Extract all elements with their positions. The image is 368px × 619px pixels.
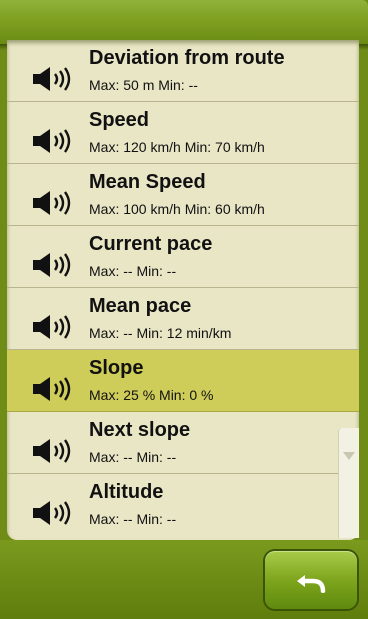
undo-arrow-icon bbox=[297, 575, 326, 593]
speaker-icon bbox=[33, 67, 71, 91]
item-title: Next slope bbox=[89, 419, 191, 441]
item-title: Current pace bbox=[89, 233, 213, 255]
item-title: Speed bbox=[89, 109, 150, 131]
item-range: Max: 50 m Min: -- bbox=[89, 77, 198, 93]
item-title: Deviation from route bbox=[89, 47, 285, 69]
item-title: Altitude bbox=[89, 481, 164, 503]
speaker-icon bbox=[33, 439, 71, 463]
list-item[interactable]: Mean Speed Max: 100 km/h Min: 60 km/h bbox=[7, 164, 359, 226]
speaker-icon bbox=[33, 315, 71, 339]
top-bar bbox=[0, 0, 368, 44]
list-item[interactable]: Current pace Max: -- Min: -- bbox=[7, 226, 359, 288]
item-title: Slope bbox=[89, 357, 144, 379]
speaker-icon bbox=[33, 191, 71, 215]
list-item[interactable]: Speed Max: 120 km/h Min: 70 km/h bbox=[7, 102, 359, 164]
item-range: Max: -- Min: -- bbox=[89, 263, 177, 279]
speaker-icon bbox=[33, 377, 71, 401]
alarm-list[interactable]: Deviation from route Max: 50 m Min: -- S… bbox=[7, 40, 359, 540]
item-range: Max: -- Min: -- bbox=[89, 449, 177, 465]
list-item[interactable]: Altitude Max: -- Min: -- bbox=[7, 474, 359, 536]
list-item[interactable]: Next slope Max: -- Min: -- bbox=[7, 412, 359, 474]
item-range: Max: -- Min: -- bbox=[89, 511, 177, 527]
speaker-icon bbox=[33, 129, 71, 153]
list-item[interactable]: Deviation from route Max: 50 m Min: -- bbox=[7, 40, 359, 102]
speaker-icon bbox=[33, 501, 71, 525]
back-button[interactable] bbox=[265, 551, 357, 609]
item-title: Mean Speed bbox=[89, 171, 206, 193]
item-range: Max: 120 km/h Min: 70 km/h bbox=[89, 139, 265, 155]
item-range: Max: 100 km/h Min: 60 km/h bbox=[89, 201, 265, 217]
list-item-selected[interactable]: Slope Max: 25 % Min: 0 % bbox=[7, 350, 359, 412]
item-range: Max: -- Min: 12 min/km bbox=[89, 325, 232, 341]
speaker-icon bbox=[33, 253, 71, 277]
item-range: Max: 25 % Min: 0 % bbox=[89, 387, 214, 403]
scrollbar[interactable] bbox=[338, 428, 359, 538]
item-title: Mean pace bbox=[89, 295, 192, 317]
list-item[interactable]: Mean pace Max: -- Min: 12 min/km bbox=[7, 288, 359, 350]
scroll-down-arrow-icon[interactable] bbox=[343, 452, 355, 460]
